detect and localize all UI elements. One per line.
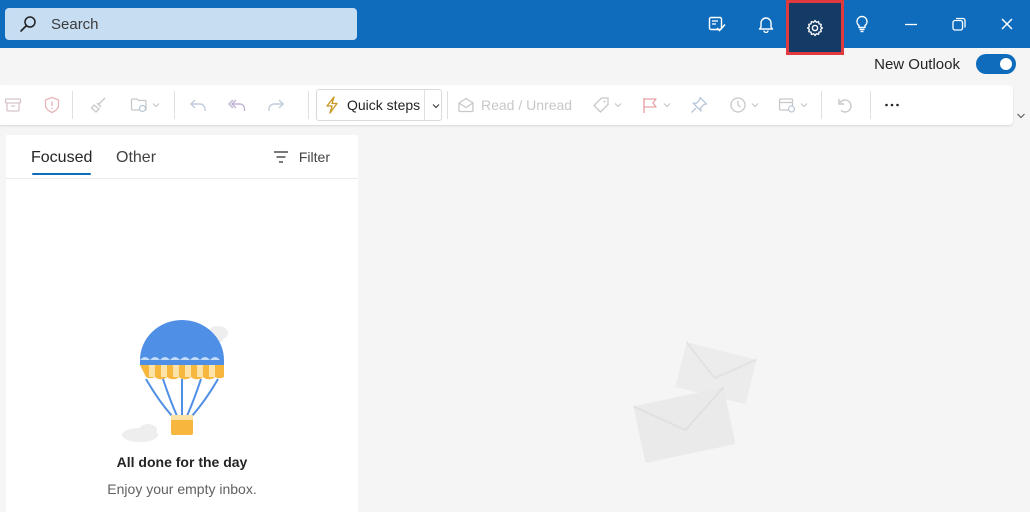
lightbulb-icon (856, 15, 868, 33)
snooze-button[interactable] (729, 93, 760, 117)
ribbon-separator (308, 91, 309, 119)
filter-label: Filter (298, 149, 330, 165)
search-placeholder: Search (51, 15, 99, 33)
flag-icon (643, 98, 657, 113)
flag-button[interactable] (641, 93, 672, 117)
ribbon-separator (72, 91, 73, 119)
more-icon (885, 103, 899, 107)
search-icon (20, 16, 36, 32)
undo-button[interactable] (835, 93, 853, 117)
tab-focused[interactable]: Focused (31, 149, 92, 175)
chevron-down-icon (152, 103, 160, 108)
categorize-button[interactable] (592, 93, 623, 117)
ribbon-separator (447, 91, 448, 119)
read-unread-button[interactable]: Read / Unread (457, 93, 572, 117)
read-unread-label: Read / Unread (481, 97, 573, 113)
close-icon (1001, 18, 1013, 30)
report-button[interactable] (43, 93, 61, 117)
notifications-button[interactable] (742, 0, 790, 48)
restore-icon (952, 17, 966, 31)
empty-state-subtitle: Enjoy your empty inbox. (107, 481, 257, 497)
rules-icon (778, 98, 796, 113)
restore-button[interactable] (935, 0, 983, 48)
search-box[interactable]: Search (5, 8, 357, 40)
archive-button[interactable] (4, 93, 22, 117)
filter-icon (273, 151, 288, 163)
envelopes-illustration (632, 341, 757, 463)
split-divider (424, 90, 425, 120)
my-day-button[interactable] (693, 0, 741, 48)
quick-steps-label: Quick steps (347, 97, 421, 113)
reply-button[interactable] (189, 93, 207, 117)
more-options-button[interactable] (883, 93, 901, 117)
sweep-button[interactable] (90, 93, 108, 117)
snooze-icon (730, 97, 746, 113)
undo-action-icon (838, 99, 852, 113)
hot-air-balloon-illustration (122, 320, 228, 442)
new-outlook-toggle-group: New Outlook (874, 53, 1016, 75)
inbox-tabs: Focused Other Filter (6, 135, 358, 179)
minimize-icon (905, 23, 917, 26)
empty-state-title: All done for the day (116, 454, 248, 470)
quick-steps-icon (326, 96, 338, 114)
filter-button[interactable]: Filter (273, 149, 330, 165)
quick-steps-button[interactable]: Quick steps (316, 89, 442, 121)
reply-all-button[interactable] (228, 93, 246, 117)
tips-button[interactable] (838, 0, 886, 48)
chevron-down-icon (800, 103, 808, 108)
reply-all-icon (228, 99, 246, 111)
forward-icon (268, 99, 284, 111)
new-outlook-label: New Outlook (874, 55, 960, 73)
tag-icon (593, 97, 609, 113)
title-bar: Search (0, 0, 1030, 55)
gear-icon (806, 19, 824, 36)
sweep-icon (90, 97, 106, 113)
undo-icon (190, 99, 206, 111)
ribbon-separator (821, 91, 822, 119)
minimize-button[interactable] (887, 0, 935, 48)
rules-button[interactable] (778, 93, 809, 117)
forward-button[interactable] (267, 93, 285, 117)
ribbon-separator (870, 91, 871, 119)
chevron-down-icon (751, 103, 759, 108)
my-day-icon (708, 16, 726, 32)
move-icon (130, 98, 147, 113)
close-button[interactable] (983, 0, 1030, 48)
chevron-down-icon (663, 103, 671, 108)
ribbon-separator (174, 91, 175, 119)
report-icon (44, 96, 60, 114)
move-button[interactable] (130, 93, 161, 117)
chevron-down-icon (614, 103, 622, 108)
ribbon-expand-icon[interactable] (1016, 112, 1026, 120)
ribbon-toolbar: Quick steps Read / Unread (0, 85, 1013, 125)
new-outlook-toggle[interactable] (976, 54, 1016, 74)
chevron-down-icon (432, 104, 440, 109)
archive-icon (4, 98, 22, 112)
bell-icon (758, 17, 774, 33)
settings-button[interactable] (786, 0, 844, 55)
pin-button[interactable] (690, 93, 708, 117)
envelope-open-icon (458, 97, 474, 113)
tab-other[interactable]: Other (116, 149, 156, 167)
pin-icon (691, 96, 708, 113)
mail-list-panel: Focused Other Filter All done for the da… (6, 135, 358, 512)
